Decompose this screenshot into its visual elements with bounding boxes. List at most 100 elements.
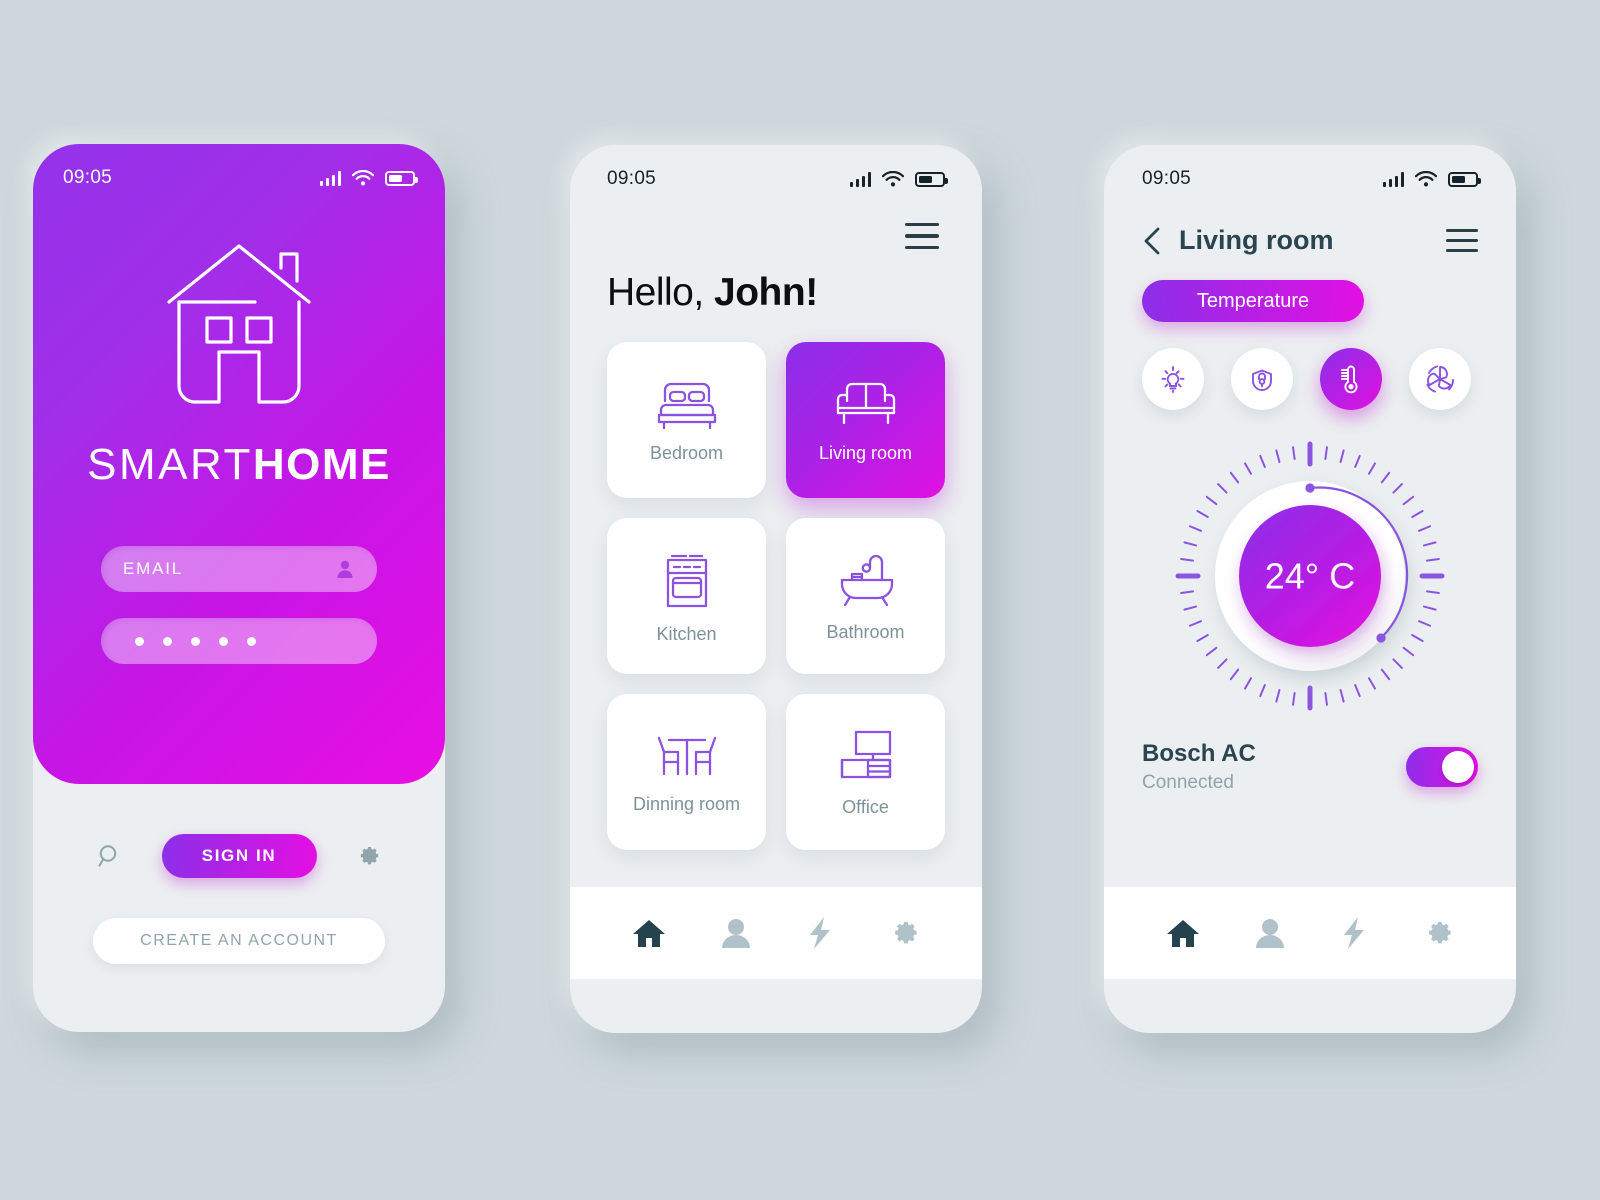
- lightning-icon: [809, 917, 830, 949]
- dial-arc-end-dot: [1376, 633, 1386, 643]
- status-bar: 09:05: [33, 144, 445, 198]
- rooms-main: 09:05 Hello, John! Bedroom Living room K…: [570, 145, 982, 887]
- dial-tick-minor: [1196, 510, 1209, 518]
- lightbulb-icon: [1161, 366, 1185, 393]
- password-field[interactable]: [101, 618, 377, 664]
- temperature-dial[interactable]: 24° C: [1142, 426, 1478, 726]
- dial-tick-minor: [1292, 691, 1296, 706]
- mode-pill-temperature[interactable]: Temperature: [1142, 280, 1364, 322]
- device-toggle[interactable]: [1406, 747, 1478, 787]
- room-card-bedroom[interactable]: Bedroom: [607, 342, 766, 498]
- search-icon[interactable]: [93, 839, 127, 873]
- dial-tick-minor: [1244, 677, 1252, 690]
- tab-energy[interactable]: [807, 916, 833, 950]
- home-icon: [1166, 920, 1199, 947]
- dial-tick-minor: [1229, 471, 1240, 484]
- dial-tick-minor: [1380, 668, 1391, 681]
- signin-row: SIGN IN: [93, 834, 385, 878]
- room-grid: Bedroom Living room Kitchen Bathroom Din…: [607, 342, 945, 850]
- oven-icon: [666, 554, 707, 607]
- wifi-icon: [882, 171, 904, 187]
- tab-settings[interactable]: [888, 917, 920, 949]
- dial-tick-minor: [1188, 525, 1202, 532]
- battery-icon: [1448, 171, 1481, 187]
- dial-tick-minor: [1422, 605, 1437, 611]
- hamburger-menu-icon[interactable]: [1446, 228, 1478, 253]
- room-label: Kitchen: [656, 623, 717, 644]
- gear-icon: [895, 921, 917, 944]
- gear-icon: [1429, 921, 1451, 944]
- dial-tick-minor: [1392, 658, 1403, 669]
- room-card-bathroom[interactable]: Bathroom: [786, 518, 945, 674]
- desk-icon: [840, 730, 891, 778]
- dial-tick-minor: [1425, 558, 1440, 562]
- device-name: Bosch AC: [1142, 740, 1256, 767]
- room-card-office[interactable]: Office: [786, 694, 945, 850]
- dial-tick-minor: [1418, 525, 1432, 532]
- dial-tick-minor: [1275, 688, 1281, 703]
- lock-icon: [1252, 369, 1272, 391]
- dial-tick-minor: [1183, 605, 1198, 611]
- dial-tick-minor: [1411, 510, 1424, 518]
- tab-profile[interactable]: [721, 917, 751, 949]
- device-info: Bosch AC Connected: [1142, 740, 1256, 794]
- page-title: Living room: [1179, 225, 1334, 255]
- house-outline-icon: [167, 244, 311, 404]
- wifi-icon: [1415, 171, 1437, 187]
- chevron-left-icon[interactable]: [1142, 226, 1162, 256]
- control-temperature[interactable]: [1320, 348, 1382, 410]
- dial-tick-minor: [1217, 658, 1228, 669]
- dial-tick-minor: [1324, 691, 1328, 706]
- room-detail-main: 09:05 Living room Temperature 24° C Bosc…: [1104, 145, 1516, 887]
- fan-icon: [1426, 365, 1454, 393]
- hamburger-menu-icon[interactable]: [905, 223, 939, 249]
- tab-energy[interactable]: [1341, 916, 1367, 950]
- sign-in-button[interactable]: SIGN IN: [161, 834, 317, 878]
- tab-home[interactable]: [1166, 917, 1200, 949]
- control-icon-row: [1142, 348, 1478, 410]
- dial-tick-minor: [1392, 483, 1403, 494]
- dial-graphic: 24° C: [1175, 441, 1445, 711]
- dial-tick-minor: [1354, 684, 1361, 698]
- gear-icon[interactable]: [351, 839, 385, 873]
- sofa-icon: [836, 382, 895, 424]
- control-lock[interactable]: [1231, 348, 1293, 410]
- phone-rooms-screen: 09:05 Hello, John! Bedroom Living room K…: [570, 145, 982, 1033]
- rooms-top-bar: [607, 199, 945, 249]
- tab-profile[interactable]: [1255, 917, 1285, 949]
- room-label: Dinning room: [632, 793, 741, 814]
- room-card-living-room[interactable]: Living room: [786, 342, 945, 498]
- phone-login-screen: 09:05 SMARTHOME EMAIL SIGN IN CREATE AN …: [33, 144, 445, 1032]
- wifi-icon: [352, 170, 374, 186]
- control-fan[interactable]: [1409, 348, 1471, 410]
- phone-room-detail-screen: 09:05 Living room Temperature 24° C Bosc…: [1104, 145, 1516, 1033]
- lightning-icon: [1343, 917, 1364, 949]
- room-label: Bathroom: [826, 621, 905, 642]
- dial-tick-minor: [1188, 620, 1202, 627]
- tab-home[interactable]: [632, 917, 666, 949]
- room-card-dinning-room[interactable]: Dinning room: [607, 694, 766, 850]
- bottom-tab-bar: [1104, 887, 1516, 979]
- greeting-name: John!: [714, 271, 818, 314]
- dial-tick-minor: [1217, 483, 1228, 494]
- dial-tick-minor: [1205, 495, 1218, 506]
- user-icon: [722, 919, 751, 948]
- email-field[interactable]: EMAIL: [101, 546, 377, 592]
- dial-tick-minor: [1183, 541, 1198, 547]
- device-row: Bosch AC Connected: [1142, 740, 1478, 794]
- dial-tick-minor: [1196, 634, 1209, 642]
- password-dots: [123, 636, 256, 646]
- tab-settings[interactable]: [1422, 917, 1454, 949]
- dial-tick-minor: [1354, 454, 1361, 468]
- dial-tick-minor: [1180, 558, 1195, 562]
- status-bar: 09:05: [607, 145, 948, 199]
- dial-tick-minor: [1259, 454, 1266, 468]
- room-card-kitchen[interactable]: Kitchen: [607, 518, 766, 674]
- dial-tick-minor: [1422, 541, 1437, 547]
- control-light[interactable]: [1142, 348, 1204, 410]
- create-account-button[interactable]: CREATE AN ACCOUNT: [93, 918, 385, 964]
- dial-tick-minor: [1425, 590, 1440, 594]
- bottom-tab-bar: [570, 887, 982, 979]
- dial-tick-minor: [1368, 462, 1376, 475]
- dial-tick-minor: [1205, 646, 1218, 657]
